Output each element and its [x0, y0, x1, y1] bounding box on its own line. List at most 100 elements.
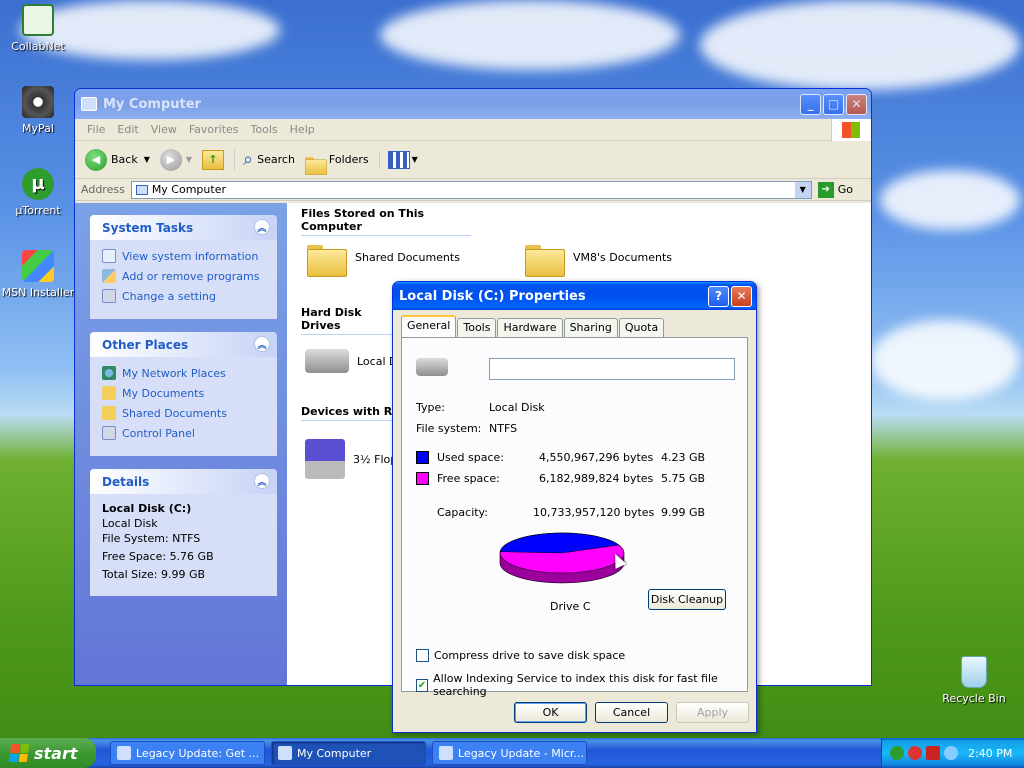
ok-button[interactable]: OK [514, 702, 587, 723]
tab-tools[interactable]: Tools [457, 318, 497, 337]
used-space-bytes: 4,550,967,296 bytes [539, 451, 654, 464]
change-setting-link[interactable]: Change a setting [102, 286, 265, 306]
vm8-documents-item[interactable]: VM8's Documents [525, 241, 672, 277]
toolbar: ◀ Back ▼ ▶ ▼ ↑ ⌕ Search Folders ▼ [75, 141, 871, 179]
close-button[interactable]: ✕ [846, 93, 867, 115]
taskbar-item-legacy-update-1[interactable]: Legacy Update: Get ... [110, 741, 265, 765]
disk-usage-pie-chart [499, 532, 625, 584]
collabnet-icon [22, 4, 54, 36]
free-color-swatch [416, 472, 429, 485]
details-name: Local Disk (C:) [102, 502, 192, 515]
security-shield-icon[interactable] [908, 746, 922, 760]
dialog-close-button[interactable]: ✕ [731, 285, 752, 307]
type-label: Type: [416, 401, 445, 414]
utorrent-tray-icon[interactable] [890, 746, 904, 760]
cloud [700, 0, 1020, 90]
menu-help[interactable]: Help [284, 123, 321, 136]
check-mark-icon: ✔ [416, 678, 429, 692]
start-button[interactable]: start [0, 738, 96, 768]
volume-label-input[interactable] [489, 358, 735, 380]
local-disk-item[interactable]: Local Di [305, 349, 401, 373]
section-hard-disk-drives: Hard Disk Drives [301, 306, 401, 335]
views-icon [387, 150, 410, 169]
hard-drive-icon [416, 358, 448, 376]
folders-icon [304, 155, 327, 175]
antivirus-tray-icon[interactable] [926, 746, 940, 760]
menu-tools[interactable]: Tools [245, 123, 284, 136]
tab-hardware[interactable]: Hardware [497, 318, 563, 337]
maximize-button[interactable]: □ [823, 93, 844, 115]
msn-icon [22, 250, 54, 282]
tab-general[interactable]: General [401, 315, 457, 337]
cloud [380, 0, 680, 70]
address-input[interactable]: My Computer ▼ [130, 180, 812, 199]
desktop-icon-utorrent[interactable]: µ µTorrent [0, 168, 76, 217]
network-tray-icon[interactable] [944, 746, 958, 760]
mypal-icon [22, 86, 54, 118]
my-documents-link[interactable]: My Documents [102, 383, 265, 403]
desktop-icon-recycle-bin[interactable]: Recycle Bin [936, 656, 1012, 705]
view-system-info-link[interactable]: View system information [102, 246, 265, 266]
up-folder-button[interactable]: ↑ [202, 149, 225, 170]
fs-label: File system: [416, 422, 482, 435]
divider [416, 617, 733, 618]
forward-button[interactable]: ▶ ▼ [159, 148, 193, 171]
menu-view[interactable]: View [145, 123, 183, 136]
tab-strip: General Tools Hardware Sharing Quota [401, 315, 665, 337]
drive-label: Drive C [550, 600, 591, 613]
menu-edit[interactable]: Edit [111, 123, 144, 136]
capacity-label: Capacity: [437, 506, 488, 519]
disk-cleanup-button[interactable]: Disk Cleanup [648, 589, 726, 610]
control-panel-icon [102, 289, 116, 303]
system-tasks-header[interactable]: System Tasks ︽ [90, 215, 277, 240]
minimize-button[interactable]: _ [800, 93, 821, 115]
indexing-checkbox[interactable]: ✔ Allow Indexing Service to index this d… [416, 672, 747, 698]
control-panel-link[interactable]: Control Panel [102, 423, 265, 443]
dialog-titlebar[interactable]: Local Disk (C:) Properties ? ✕ [393, 282, 756, 310]
shared-documents-link[interactable]: Shared Documents [102, 403, 265, 423]
desktop-icon-msn-installer[interactable]: MSN Installer [0, 250, 76, 299]
address-dropdown-icon[interactable]: ▼ [794, 181, 811, 198]
capacity-bytes: 10,733,957,120 bytes [533, 506, 655, 519]
search-icon: ⌕ [243, 149, 254, 170]
help-button[interactable]: ? [708, 285, 729, 307]
control-panel-icon [102, 426, 116, 440]
section-devices: Devices with Re [301, 405, 401, 421]
compress-checkbox[interactable]: Compress drive to save disk space [416, 649, 625, 662]
go-button[interactable]: ➔ Go [817, 181, 853, 198]
apply-button[interactable]: Apply [676, 702, 749, 723]
back-button[interactable]: ◀ Back ▼ [85, 148, 150, 171]
cancel-button[interactable]: Cancel [595, 702, 668, 723]
folder-icon [525, 241, 565, 277]
folders-button[interactable]: Folders [304, 151, 369, 175]
utorrent-icon: µ [22, 168, 54, 200]
desktop-icon-mypal[interactable]: MyPal [0, 86, 76, 135]
taskbar-item-my-computer[interactable]: My Computer [271, 741, 426, 765]
collapse-chevron-icon[interactable]: ︽ [254, 219, 270, 235]
properties-dialog: Local Disk (C:) Properties ? ✕ General T… [392, 281, 757, 733]
chevron-down-icon: ▼ [185, 155, 193, 164]
other-places-header[interactable]: Other Places ︽ [90, 332, 277, 357]
add-remove-programs-link[interactable]: Add or remove programs [102, 266, 265, 286]
collapse-chevron-icon[interactable]: ︽ [254, 336, 270, 352]
floppy-item[interactable]: 3½ Flop [305, 439, 397, 479]
menu-favorites[interactable]: Favorites [183, 123, 245, 136]
tab-sharing[interactable]: Sharing [563, 318, 618, 337]
views-button[interactable]: ▼ [378, 150, 418, 169]
collapse-chevron-icon[interactable]: ︽ [254, 473, 270, 489]
tab-quota[interactable]: Quota [618, 318, 665, 337]
taskbar-item-legacy-update-2[interactable]: Legacy Update - Micr... [432, 741, 587, 765]
window-titlebar[interactable]: My Computer _ □ ✕ [75, 89, 871, 119]
desktop-icon-collabnet[interactable]: CollabNet [0, 4, 76, 53]
network-globe-icon [102, 366, 116, 380]
shared-documents-item[interactable]: Shared Documents [307, 241, 460, 277]
my-network-places-link[interactable]: My Network Places [102, 363, 265, 383]
computer-icon [278, 746, 292, 760]
windows-logo-icon [831, 118, 871, 141]
taskbar: start Legacy Update: Get ... My Computer… [0, 738, 1024, 768]
search-button[interactable]: ⌕ Search [234, 149, 295, 170]
section-files: Files Stored on This Computer [301, 207, 471, 236]
details-header[interactable]: Details ︽ [90, 469, 277, 494]
menu-file[interactable]: File [81, 123, 111, 136]
folder-icon [307, 241, 347, 277]
